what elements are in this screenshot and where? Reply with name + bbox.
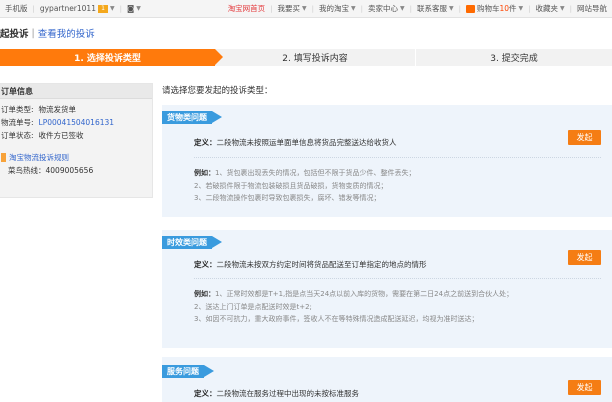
customer-service-label: 联系客服 [417, 4, 447, 13]
my-taobao-menu[interactable]: 我的淘宝 ▼ [314, 0, 361, 17]
cart-icon [465, 4, 475, 13]
chevron-down-icon: ▼ [351, 5, 356, 12]
hotline-text: 菜鸟热线：4009005656 [8, 165, 94, 175]
example-line: 2、若破损件限于物流包装破损且货品破损，货物变质的情况； [194, 181, 388, 190]
tracking-number-link[interactable]: LP00041504016131 [39, 118, 115, 127]
page-header: 起投诉 | 查看我的投诉 [0, 26, 95, 41]
definition-label: 定义： [194, 260, 217, 269]
top-navigation-bar: 手机版 | gypartner1011 1 ▼ | ◙ ▼ 淘宝网首页 | 我要… [0, 0, 612, 18]
cart-unit: 件 [509, 4, 517, 13]
example-text: 1、货包裹出现丢失的情况，包括但不限于货品少件、整件丢失； [215, 169, 416, 177]
order-info-panel: 订单信息 订单类型: 物流发货单 物流单号: LP00041504016131 … [0, 83, 153, 198]
example-line: 例如：1、货包裹出现丢失的情况，包括但不限于货品少件、整件丢失； [194, 167, 415, 180]
favorites-label: 收藏夹 [535, 4, 559, 13]
order-status-row: 订单状态: 收件方已签收 [0, 129, 152, 141]
customer-service-menu[interactable]: 联系客服 ▼ [412, 0, 459, 17]
flag-icon [1, 152, 6, 162]
step-fill-content: 2. 填写投诉内容 [215, 49, 415, 66]
progress-steps: 1. 选择投诉类型 2. 填写投诉内容 3. 提交完成 [0, 49, 612, 66]
tracking-number-row: 物流单号: LP00041504016131 [0, 116, 152, 128]
step-label: 3. 提交完成 [490, 54, 538, 64]
chevron-down-icon: ▼ [400, 5, 405, 12]
initiate-goods-complaint-button[interactable]: 发起 [568, 130, 601, 145]
category-card-service: 服务问题 定义：二段物流在服务过程中出现的未按标准服务 发起 [162, 357, 612, 402]
chevron-down-icon: ▼ [518, 5, 524, 12]
my-taobao-label: 我的淘宝 [319, 4, 350, 13]
divider [194, 278, 601, 279]
page-title: 起投诉 [0, 29, 29, 40]
monitor-icon: ◙ [126, 4, 135, 13]
divider [194, 157, 601, 158]
category-tag: 时效类问题 [162, 236, 222, 249]
taobao-home-link[interactable]: 淘宝网首页 [223, 0, 271, 17]
example-line: 3、二段物流操作包裹时导致包裹损失，腐坏、错发等情况； [194, 194, 381, 202]
example-label: 例如： [194, 169, 215, 177]
initiate-service-complaint-button[interactable]: 发起 [568, 380, 601, 395]
initiate-timeliness-complaint-button[interactable]: 发起 [568, 250, 601, 265]
definition-label: 定义： [194, 389, 217, 398]
category-card-goods: 货物类问题 定义：二段物流未按照运单面单信息将货品完整送达给收货人 发起 例如：… [162, 105, 612, 217]
example-text: 1、正常时效都是T+1,指是点当天24点以前入库的货物，需要在第二日24点之前送… [215, 290, 514, 298]
example-line: 例如：1、正常时效都是T+1,指是点当天24点以前入库的货物，需要在第二日24点… [194, 288, 584, 301]
monitor-menu[interactable]: ◙ ▼ [122, 0, 146, 17]
step-arrow [215, 49, 223, 65]
order-type-value: 物流发货单 [38, 104, 77, 114]
seller-center-menu[interactable]: 卖家中心 ▼ [363, 0, 410, 17]
order-status-value: 收件方已签收 [38, 130, 84, 140]
site-nav-link[interactable]: 网站导航 [572, 0, 612, 17]
view-my-complaints-link[interactable]: 查看我的投诉 [38, 26, 95, 40]
category-examples: 例如：1、正常时效都是T+1,指是点当天24点以前入库的货物，需要在第二日24点… [194, 288, 584, 326]
chevron-down-icon: ▼ [449, 5, 454, 12]
step-label: 2. 填写投诉内容 [282, 54, 348, 64]
chevron-down-icon: ▼ [109, 5, 115, 12]
category-tag: 服务问题 [162, 365, 214, 378]
rules-link-row: 淘宝物流投诉规则 [0, 151, 152, 163]
category-definition: 定义：二段物流未按照运单面单信息将货品完整送达给收货人 [194, 137, 397, 148]
order-type-row: 订单类型: 物流发货单 [0, 103, 152, 115]
cart-count: 10 [499, 4, 510, 13]
definition-text: 二段物流在服务过程中出现的未按标准服务 [216, 389, 360, 398]
mobile-link[interactable]: 手机版 [0, 0, 33, 17]
example-line: 2、送达上门订单是点配送时效是t+2; [194, 302, 312, 311]
definition-text: 二段物流未按照运单面单信息将货品完整送达给收货人 [216, 138, 397, 147]
order-type-key: 订单类型: [1, 104, 34, 114]
category-definition: 定义：二段物流在服务过程中出现的未按标准服务 [194, 388, 359, 399]
category-tag: 货物类问题 [162, 111, 222, 124]
buy-menu-label: 我要买 [277, 4, 301, 13]
username-menu[interactable]: gypartner1011 1 ▼ [35, 0, 120, 17]
definition-label: 定义： [194, 138, 217, 147]
step-label: 1. 选择投诉类型 [74, 54, 141, 64]
cart-menu[interactable]: 购物车 10 件 ▼ [461, 0, 528, 17]
tracking-number-key: 物流单号: [1, 117, 34, 127]
order-info-heading: 订单信息 [0, 84, 152, 99]
buy-menu[interactable]: 我要买 ▼ [273, 0, 312, 17]
favorites-menu[interactable]: 收藏夹 ▼ [531, 0, 570, 17]
chevron-down-icon: ▼ [560, 5, 565, 12]
chevron-down-icon: ▼ [136, 5, 141, 12]
category-examples: 例如：1、货包裹出现丢失的情况，包括但不限于货品少件、整件丢失； 2、若破损件限… [194, 167, 415, 205]
step-submit-complete: 3. 提交完成 [415, 49, 612, 66]
order-status-key: 订单状态: [1, 130, 34, 140]
complaint-type-prompt: 请选择您要发起的投诉类型： [162, 86, 273, 96]
complaint-rules-link[interactable]: 淘宝物流投诉规则 [9, 152, 69, 163]
hotline-row: 菜鸟热线：4009005656 [0, 164, 152, 176]
username: gypartner1011 [39, 4, 96, 13]
message-icon[interactable]: 1 [97, 4, 108, 13]
cart-label: 购物车 [476, 4, 500, 13]
example-line: 3、如因不可抗力，重大政府事件，签收人不在等特殊情况造成配送延迟，均视为准时送达… [194, 315, 479, 323]
title-divider: | [31, 27, 35, 39]
chevron-down-icon: ▼ [302, 5, 307, 12]
category-definition: 定义：二段物流未按双方约定时间将货品配送至订单指定的地点的情形 [194, 259, 427, 270]
seller-center-label: 卖家中心 [368, 4, 399, 13]
definition-text: 二段物流未按双方约定时间将货品配送至订单指定的地点的情形 [216, 260, 427, 269]
step-select-type: 1. 选择投诉类型 [0, 49, 223, 66]
category-card-timeliness: 时效类问题 定义：二段物流未按双方约定时间将货品配送至订单指定的地点的情形 发起… [162, 230, 612, 348]
example-label: 例如： [194, 290, 215, 298]
